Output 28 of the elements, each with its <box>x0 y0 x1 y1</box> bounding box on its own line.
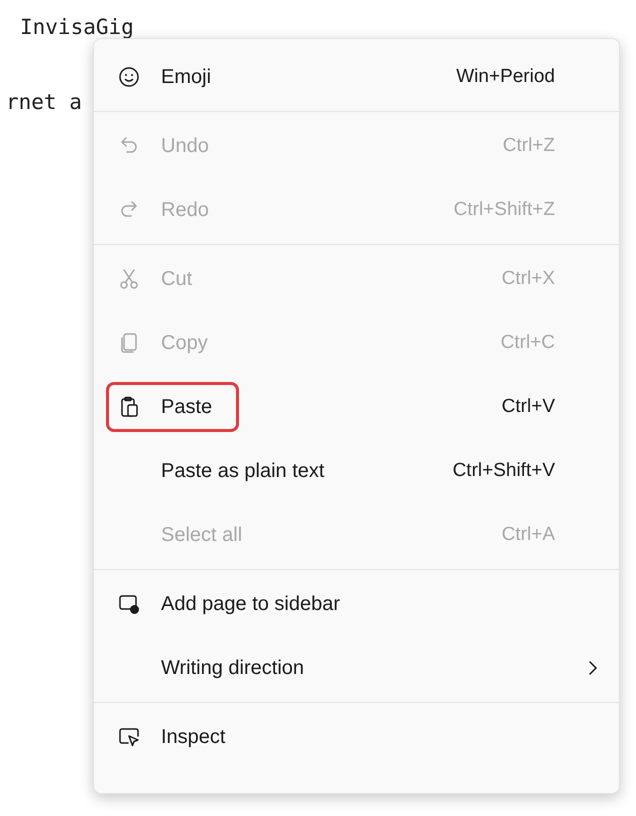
menu-item[interactable]: Inspect <box>94 705 619 769</box>
smiley-icon <box>117 65 141 89</box>
menu-item[interactable]: Paste Ctrl+V <box>94 375 619 439</box>
page-text: rnet a <box>6 89 83 116</box>
shortcut-text: Ctrl+A <box>502 524 555 546</box>
item-label: Inspect <box>161 726 226 748</box>
menu-item[interactable]: Paste as plain text Ctrl+Shift+V <box>94 439 619 503</box>
item-label: Paste as plain text <box>161 460 324 482</box>
shortcut-text: Ctrl+Shift+V <box>452 460 555 482</box>
shortcut-text: Ctrl+X <box>502 268 555 290</box>
shortcut-text: Win+Period <box>456 66 555 88</box>
item-label: Redo <box>161 198 209 222</box>
menu-item[interactable]: Add page to sidebar <box>94 572 619 636</box>
item-label: Emoji <box>161 66 212 88</box>
page-text: InvisaGig <box>20 14 135 41</box>
item-label: Copy <box>161 332 208 354</box>
item-label: Writing direction <box>161 656 304 680</box>
shortcut-text: Ctrl+Shift+Z <box>454 199 555 221</box>
shortcut-text: Ctrl+C <box>500 332 555 354</box>
shortcut-text: Ctrl+Z <box>502 135 555 157</box>
shortcut-text: Ctrl+V <box>502 396 555 418</box>
item-label: Add page to sidebar <box>161 592 340 616</box>
item-label: Paste <box>161 396 212 418</box>
menu-item[interactable]: Emoji Win+Period <box>94 45 619 109</box>
item-label: Select all <box>161 524 242 546</box>
menu-item[interactable]: Writing direction <box>94 636 619 700</box>
item-label: Cut <box>161 268 192 290</box>
item-label: Undo <box>161 134 209 158</box>
